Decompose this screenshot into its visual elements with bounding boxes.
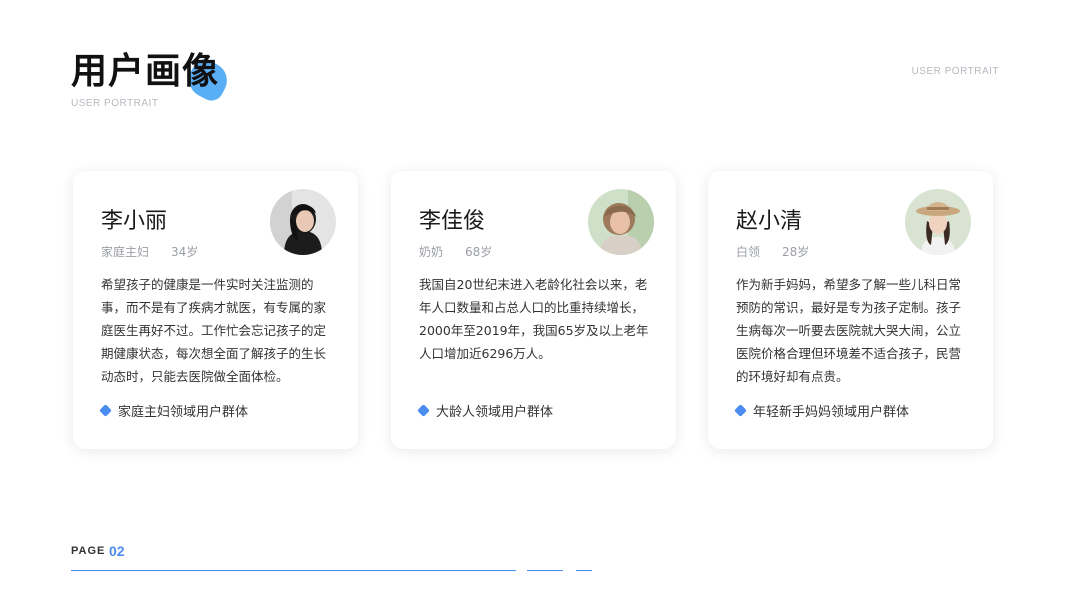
persona-tag-label: 大龄人领域用户群体 (436, 405, 554, 420)
persona-role: 奶奶 (419, 245, 444, 259)
footer-divider-long (71, 570, 516, 571)
diamond-bullet-icon (417, 404, 430, 417)
persona-meta: 家庭主妇 34岁 (101, 243, 198, 260)
elderly-woman-avatar (588, 189, 654, 255)
persona-meta: 白领 28岁 (736, 243, 809, 260)
persona-tag: 年轻新手妈妈领域用户群体 (734, 401, 910, 420)
footer-divider-mini (576, 570, 592, 571)
page-number: 02 (109, 543, 125, 559)
persona-description: 作为新手妈妈，希望多了解一些儿科日常预防的常识，最好是专为孩子定制。孩子生病每次… (736, 277, 962, 384)
persona-age: 68岁 (465, 245, 493, 259)
persona-meta: 奶奶 68岁 (419, 243, 492, 260)
page-title: 用户画像 (71, 51, 220, 92)
persona-card: 赵小清 白领 28岁 作为新手妈妈，希望多了解一些儿科日常预防的常识，最好是专为孩… (708, 171, 993, 449)
footer-divider-short (527, 570, 563, 571)
persona-description: 希望孩子的健康是一件实时关注监测的事，而不是有了疾病才就医，有专属的家庭医生再好… (101, 277, 327, 384)
persona-description: 我国自20世纪末进入老龄化社会以来，老年人口数量和占总人口的比重持续增长，200… (419, 277, 649, 361)
persona-card: 李小丽 家庭主妇 34岁 希望孩子的健康是一件实时关注监测的事，而不是有了疾病才就… (73, 171, 358, 449)
page-label: PAGE (71, 545, 106, 557)
persona-age: 28岁 (782, 245, 810, 259)
persona-role: 白领 (736, 245, 761, 259)
woman-short-hair-avatar (270, 189, 336, 255)
persona-tag-label: 家庭主妇领域用户群体 (118, 405, 249, 420)
persona-role: 家庭主妇 (101, 245, 150, 259)
diamond-bullet-icon (99, 404, 112, 417)
title-area: 用户画像 (71, 50, 234, 105)
persona-tag: 家庭主妇领域用户群体 (99, 401, 249, 420)
persona-name: 李佳俊 (419, 209, 486, 234)
diamond-bullet-icon (734, 404, 747, 417)
persona-age: 34岁 (171, 245, 199, 259)
persona-card: 李佳俊 奶奶 68岁 我国自20世纪末进入老龄化社会以来，老年人口数量和占总人口的… (391, 171, 676, 449)
persona-tag-label: 年轻新手妈妈领域用户群体 (753, 405, 910, 420)
persona-tag: 大龄人领域用户群体 (417, 401, 554, 420)
young-woman-hat-avatar (905, 189, 971, 255)
persona-name: 赵小清 (736, 209, 803, 234)
page-subtitle: USER PORTRAIT (71, 98, 159, 109)
persona-name: 李小丽 (101, 209, 168, 234)
corner-label: USER PORTRAIT (911, 66, 999, 77)
